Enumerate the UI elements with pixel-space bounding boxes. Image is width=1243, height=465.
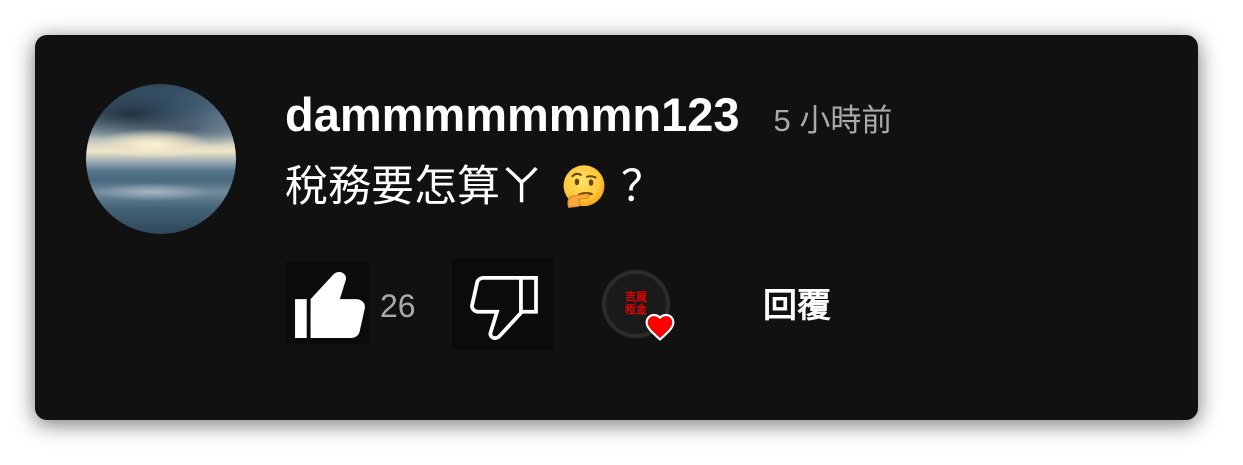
thumbs-down-outline-icon <box>470 276 538 340</box>
like-button[interactable] <box>285 262 370 345</box>
comment-timestamp[interactable]: 5 小時前 <box>774 101 893 141</box>
thinking-face-emoji-icon <box>561 164 607 210</box>
author-username[interactable]: dammmmmmmn123 <box>285 87 740 143</box>
comment-text: 稅務要怎算ㄚ ？ <box>285 159 664 215</box>
creator-logo-text-bottom: 租金 <box>625 304 647 316</box>
reply-button[interactable]: 回覆 <box>763 285 831 327</box>
creator-logo-text-top: 吉屋 <box>625 291 647 303</box>
thumbs-up-filled-icon <box>295 272 365 338</box>
comment-text-main: 稅務要怎算ㄚ <box>285 163 543 211</box>
like-count: 26 <box>380 288 416 324</box>
comment-question-mark: ？ <box>621 163 664 211</box>
heart-icon <box>643 311 677 343</box>
comment-header: dammmmmmmn123 5 小時前 <box>285 87 892 143</box>
comment-card: dammmmmmmn123 5 小時前 稅務要怎算ㄚ ？ 26 吉屋 租金 回覆 <box>35 35 1198 420</box>
author-avatar[interactable] <box>86 84 236 234</box>
dislike-button[interactable] <box>452 258 553 350</box>
